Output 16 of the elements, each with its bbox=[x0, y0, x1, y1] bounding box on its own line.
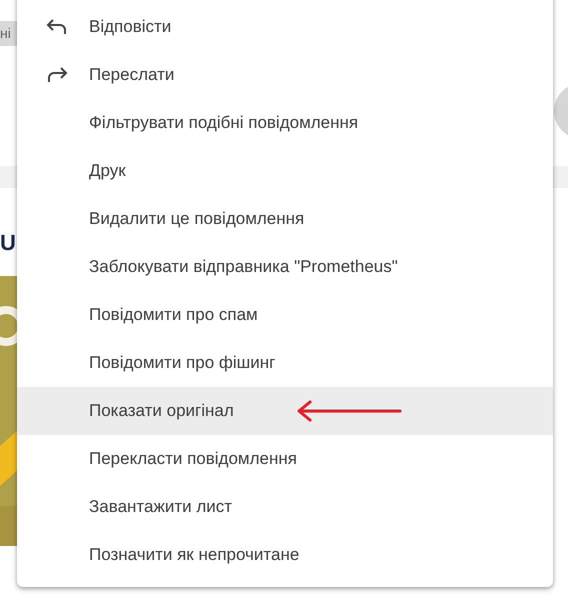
menu-item[interactable]: Завантажити лист bbox=[17, 483, 553, 531]
heading-fragment: U bbox=[0, 230, 16, 256]
forward-icon bbox=[46, 67, 68, 83]
label-chip[interactable]: ні bbox=[0, 21, 17, 46]
menu-item[interactable]: Друк bbox=[17, 147, 553, 195]
menu-item[interactable]: Повідомити про спам bbox=[17, 291, 553, 339]
menu-item[interactable]: Переслати bbox=[17, 51, 553, 99]
menu-item[interactable]: Перекласти повідомлення bbox=[17, 435, 553, 483]
menu-item[interactable]: Фільтрувати подібні повідомлення bbox=[17, 99, 553, 147]
menu-item[interactable]: Видалити це повідомлення bbox=[17, 195, 553, 243]
menu-item[interactable]: Заблокувати відправника "Prometheus" bbox=[17, 243, 553, 291]
menu-item[interactable]: Позначити як непрочитане bbox=[17, 531, 553, 579]
menu-item[interactable]: Повідомити про фішинг bbox=[17, 339, 553, 387]
menu-item[interactable]: Відповісти bbox=[17, 3, 553, 51]
menu-item[interactable]: Показати оригінал bbox=[17, 387, 553, 435]
reply-icon bbox=[46, 19, 68, 35]
